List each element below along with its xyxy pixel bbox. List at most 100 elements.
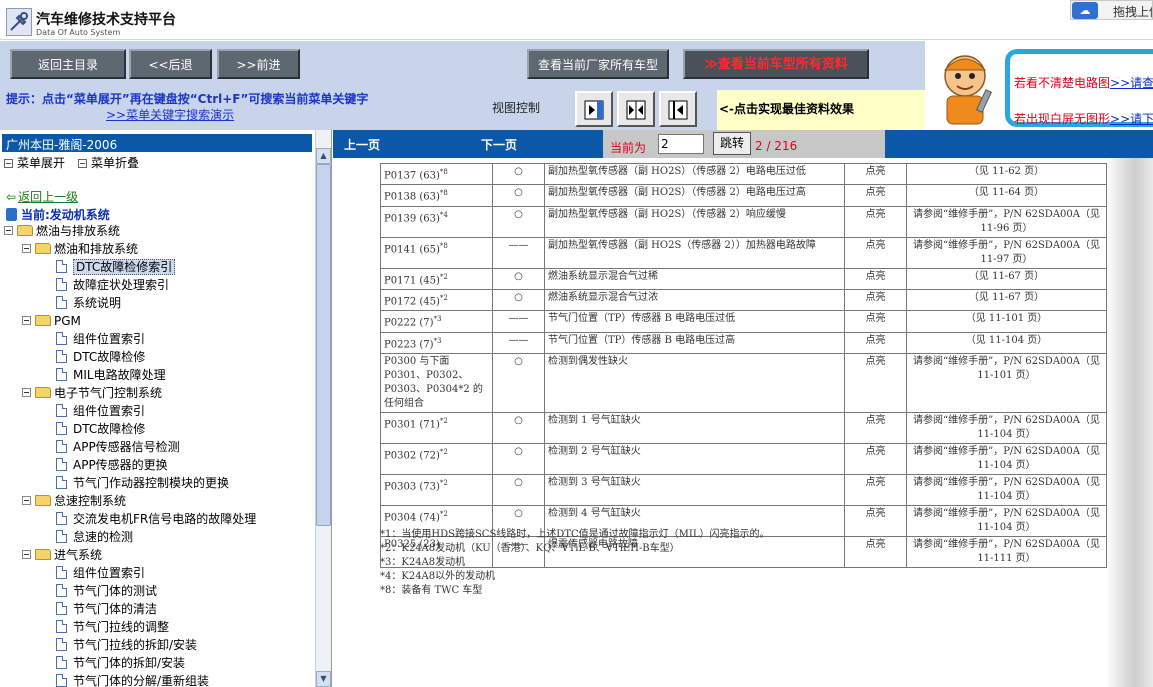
toolbar: 返回主目录 <<后退 >>前进 查看当前厂家所有车型 ≫查看当前车型所有资料 bbox=[0, 41, 925, 90]
collapse-toggle-icon[interactable] bbox=[22, 244, 31, 253]
jump-button[interactable]: 跳转 bbox=[713, 132, 751, 155]
table-cell-desc: 检测到 3 号气缸缺火 bbox=[544, 473, 845, 506]
document-icon bbox=[56, 638, 67, 651]
table-cell-ref: 请参阅“维修手册”，P/N 62SDA00A（见 11-101 页） bbox=[906, 352, 1107, 413]
collapse-toggle-icon[interactable] bbox=[22, 496, 31, 505]
next-page-link[interactable]: 下一页 bbox=[481, 136, 517, 153]
tree-item[interactable]: APP传感器的更换 bbox=[56, 456, 168, 474]
collapse-toggle-icon[interactable] bbox=[22, 316, 31, 325]
table-cell-lamp: 点亮 bbox=[844, 442, 907, 475]
tree-item[interactable]: 组件位置索引 bbox=[56, 330, 145, 348]
tree-item[interactable]: DTC故障检修 bbox=[56, 348, 145, 366]
tree-item[interactable]: 系统说明 bbox=[56, 294, 121, 312]
note-line: *2：K24A8发动机（KU（香港）、KQ、VTiL-B、VTiEH-B车型） bbox=[380, 543, 680, 554]
table-cell-code: P0171 (45)*2 bbox=[380, 267, 493, 290]
footnote-mark: *8 bbox=[439, 168, 448, 176]
help-line-1: 若看不清楚电路图>>请查 bbox=[1014, 76, 1153, 90]
table-cell-lamp: 点亮 bbox=[844, 411, 907, 444]
table-row: P0137 (63)*8 ○ 副加热型氧传感器（副 HO2S）（传感器 2）电路电压… bbox=[380, 162, 1107, 186]
document-icon bbox=[56, 260, 67, 273]
table-cell-lamp: 点亮 bbox=[844, 331, 907, 354]
tree-item[interactable]: 故障症状处理索引 bbox=[56, 276, 169, 294]
tree-item[interactable]: APP传感器信号检测 bbox=[56, 438, 180, 456]
document-icon bbox=[56, 476, 67, 489]
main-menu-button[interactable]: 返回主目录 bbox=[10, 49, 126, 79]
tree-item[interactable]: DTC故障检修 bbox=[56, 420, 145, 438]
tree-folder[interactable]: 电子节气门控制系统 bbox=[22, 384, 162, 402]
table-cell-mil: ○ bbox=[492, 473, 545, 506]
search-demo-link[interactable]: >>菜单关键字搜索演示 bbox=[106, 106, 234, 123]
table-cell-ref: 请参阅“维修手册”，P/N 62SDA00A（见 11-96 页） bbox=[906, 205, 1107, 238]
model-docs-button[interactable]: ≫查看当前车型所有资料 bbox=[683, 49, 869, 79]
table-row: P0171 (45)*2 ○ 燃油系统显示混合气过稀 点亮 （见 11-67 页） bbox=[380, 267, 1107, 290]
table-cell-ref: 请参阅“维修手册”，P/N 62SDA00A（见 11-104 页） bbox=[906, 442, 1107, 475]
help-link-2[interactable]: >>请下 bbox=[1110, 112, 1153, 126]
page-number-input[interactable] bbox=[658, 134, 704, 154]
tree-label: 节气门体的清洁 bbox=[73, 602, 158, 616]
table-cell-code: P0141 (65)*8 bbox=[380, 236, 493, 269]
drag-upload-button[interactable]: ☁ 拖拽上传 bbox=[1070, 0, 1153, 20]
table-cell-desc: 检测到 1 号气缸缺火 bbox=[544, 411, 845, 444]
table-cell-mil: ○ bbox=[492, 411, 545, 444]
menu-scrollbar[interactable]: ▲ ▼ bbox=[315, 130, 331, 687]
tree-item[interactable]: 节气门体的拆卸/安装 bbox=[56, 654, 185, 672]
tree-item[interactable]: 节气门拉线的调整 bbox=[56, 618, 169, 636]
tree-item[interactable]: 节气门拉线的拆卸/安装 bbox=[56, 636, 197, 654]
go-up-link[interactable]: ⇦ 返回上一级 bbox=[6, 188, 78, 205]
tree-item[interactable]: DTC故障检修索引 bbox=[56, 258, 176, 276]
tree-folder[interactable]: 燃油和排放系统 bbox=[22, 240, 138, 258]
best-view-hint: <-点击实现最佳资料效果 bbox=[717, 90, 925, 130]
collapse-toggle-icon[interactable] bbox=[22, 388, 31, 397]
note-line: *1：当使用HDS跨接SCS线路时，上述DTC值是通过故障指示灯（MIL）闪亮指… bbox=[380, 529, 770, 540]
document-icon bbox=[56, 296, 67, 309]
footnote-mark: *8 bbox=[439, 241, 448, 250]
tree-item[interactable]: 怠速的检测 bbox=[56, 528, 133, 546]
table-cell-desc: 副加热型氧传感器（副 HO2S）（传感器 2）电路电压过高 bbox=[544, 184, 845, 207]
table-cell-ref: 请参阅“维修手册”，P/N 62SDA00A（见 11-104 页） bbox=[906, 504, 1107, 537]
collapse-toggle-icon[interactable] bbox=[4, 226, 13, 235]
maker-models-button[interactable]: 查看当前厂家所有车型 bbox=[527, 49, 669, 79]
tree-label: 组件位置索引 bbox=[73, 332, 146, 346]
back-button[interactable]: <<后退 bbox=[129, 49, 212, 79]
tree-item[interactable]: 组件位置索引 bbox=[56, 402, 145, 420]
view-expand-right-button[interactable] bbox=[575, 91, 613, 127]
scroll-down-icon[interactable]: ▼ bbox=[316, 671, 331, 687]
table-row: P0138 (63)*8 ○ 副加热型氧传感器（副 HO2S）（传感器 2）电路电压… bbox=[380, 184, 1107, 207]
drag-upload-label: 拖拽上传 bbox=[1113, 5, 1152, 19]
tree-item[interactable]: MIL电路故障处理 bbox=[56, 366, 166, 384]
menu-collapse-button[interactable]: 菜单折叠 bbox=[78, 154, 139, 171]
tree-folder[interactable]: PGM bbox=[22, 312, 81, 330]
tree-item[interactable]: 节气门作动器控制模块的更换 bbox=[56, 474, 229, 492]
footnote-mark: *2 bbox=[439, 509, 448, 518]
tree-item[interactable]: 节气门体的清洁 bbox=[56, 600, 157, 618]
table-cell-ref: （见 11-67 页） bbox=[906, 267, 1107, 290]
view-expand-left-button[interactable] bbox=[659, 91, 697, 127]
tree-folder[interactable]: 怠速控制系统 bbox=[22, 492, 126, 510]
forward-button[interactable]: >>前进 bbox=[217, 49, 300, 79]
tree-label: 怠速控制系统 bbox=[54, 494, 127, 508]
search-hint-text: 提示：点击“菜单展开”再在键盘按“Ctrl+F”可搜索当前菜单关键字 bbox=[6, 92, 369, 106]
menu-expand-button[interactable]: 菜单展开 bbox=[4, 154, 65, 171]
tree-folder[interactable]: 燃油与排放系统 bbox=[4, 222, 120, 240]
tree-folder[interactable]: 进气系统 bbox=[22, 546, 102, 564]
tree-label: 进气系统 bbox=[54, 548, 103, 562]
help-link-1[interactable]: >>请查 bbox=[1110, 76, 1153, 90]
table-row: P0139 (63)*4 ○ 副加热型氧传感器（副 HO2S）（传感器 2）响应缓慢… bbox=[380, 205, 1107, 238]
tree-item[interactable]: 节气门体的测试 bbox=[56, 582, 157, 600]
table-cell-ref: （见 11-62 页） bbox=[906, 162, 1107, 186]
scroll-thumb[interactable] bbox=[316, 164, 331, 526]
tree-item[interactable]: 组件位置索引 bbox=[56, 564, 145, 582]
tree-item[interactable]: 交流发电机FR信号电路的故障处理 bbox=[56, 510, 256, 528]
tree-item[interactable]: 节气门体的分解/重新组装 bbox=[56, 672, 209, 687]
table-cell-lamp: 点亮 bbox=[844, 535, 907, 568]
tree-label: 节气门作动器控制模块的更换 bbox=[73, 476, 230, 490]
table-row: P0300 与下面 P0301、P0302、P0303、P0304*2 的任何组… bbox=[380, 352, 1107, 413]
left-menu-panel: 广州本田-雅阁-2006 菜单展开 菜单折叠 ⇦ 返回上一级 当前:发动机系统 燃… bbox=[0, 130, 332, 687]
view-split-button[interactable] bbox=[617, 91, 655, 127]
document-icon bbox=[56, 422, 67, 435]
scroll-up-icon[interactable]: ▲ bbox=[316, 148, 331, 164]
collapse-toggle-icon[interactable] bbox=[22, 550, 31, 559]
table-notes: *1：当使用HDS跨接SCS线路时，上述DTC值是通过故障指示灯（MIL）闪亮指… bbox=[380, 528, 769, 598]
prev-page-link[interactable]: 上一页 bbox=[344, 136, 380, 153]
table-cell-code: P0302 (72)*2 bbox=[380, 442, 493, 475]
